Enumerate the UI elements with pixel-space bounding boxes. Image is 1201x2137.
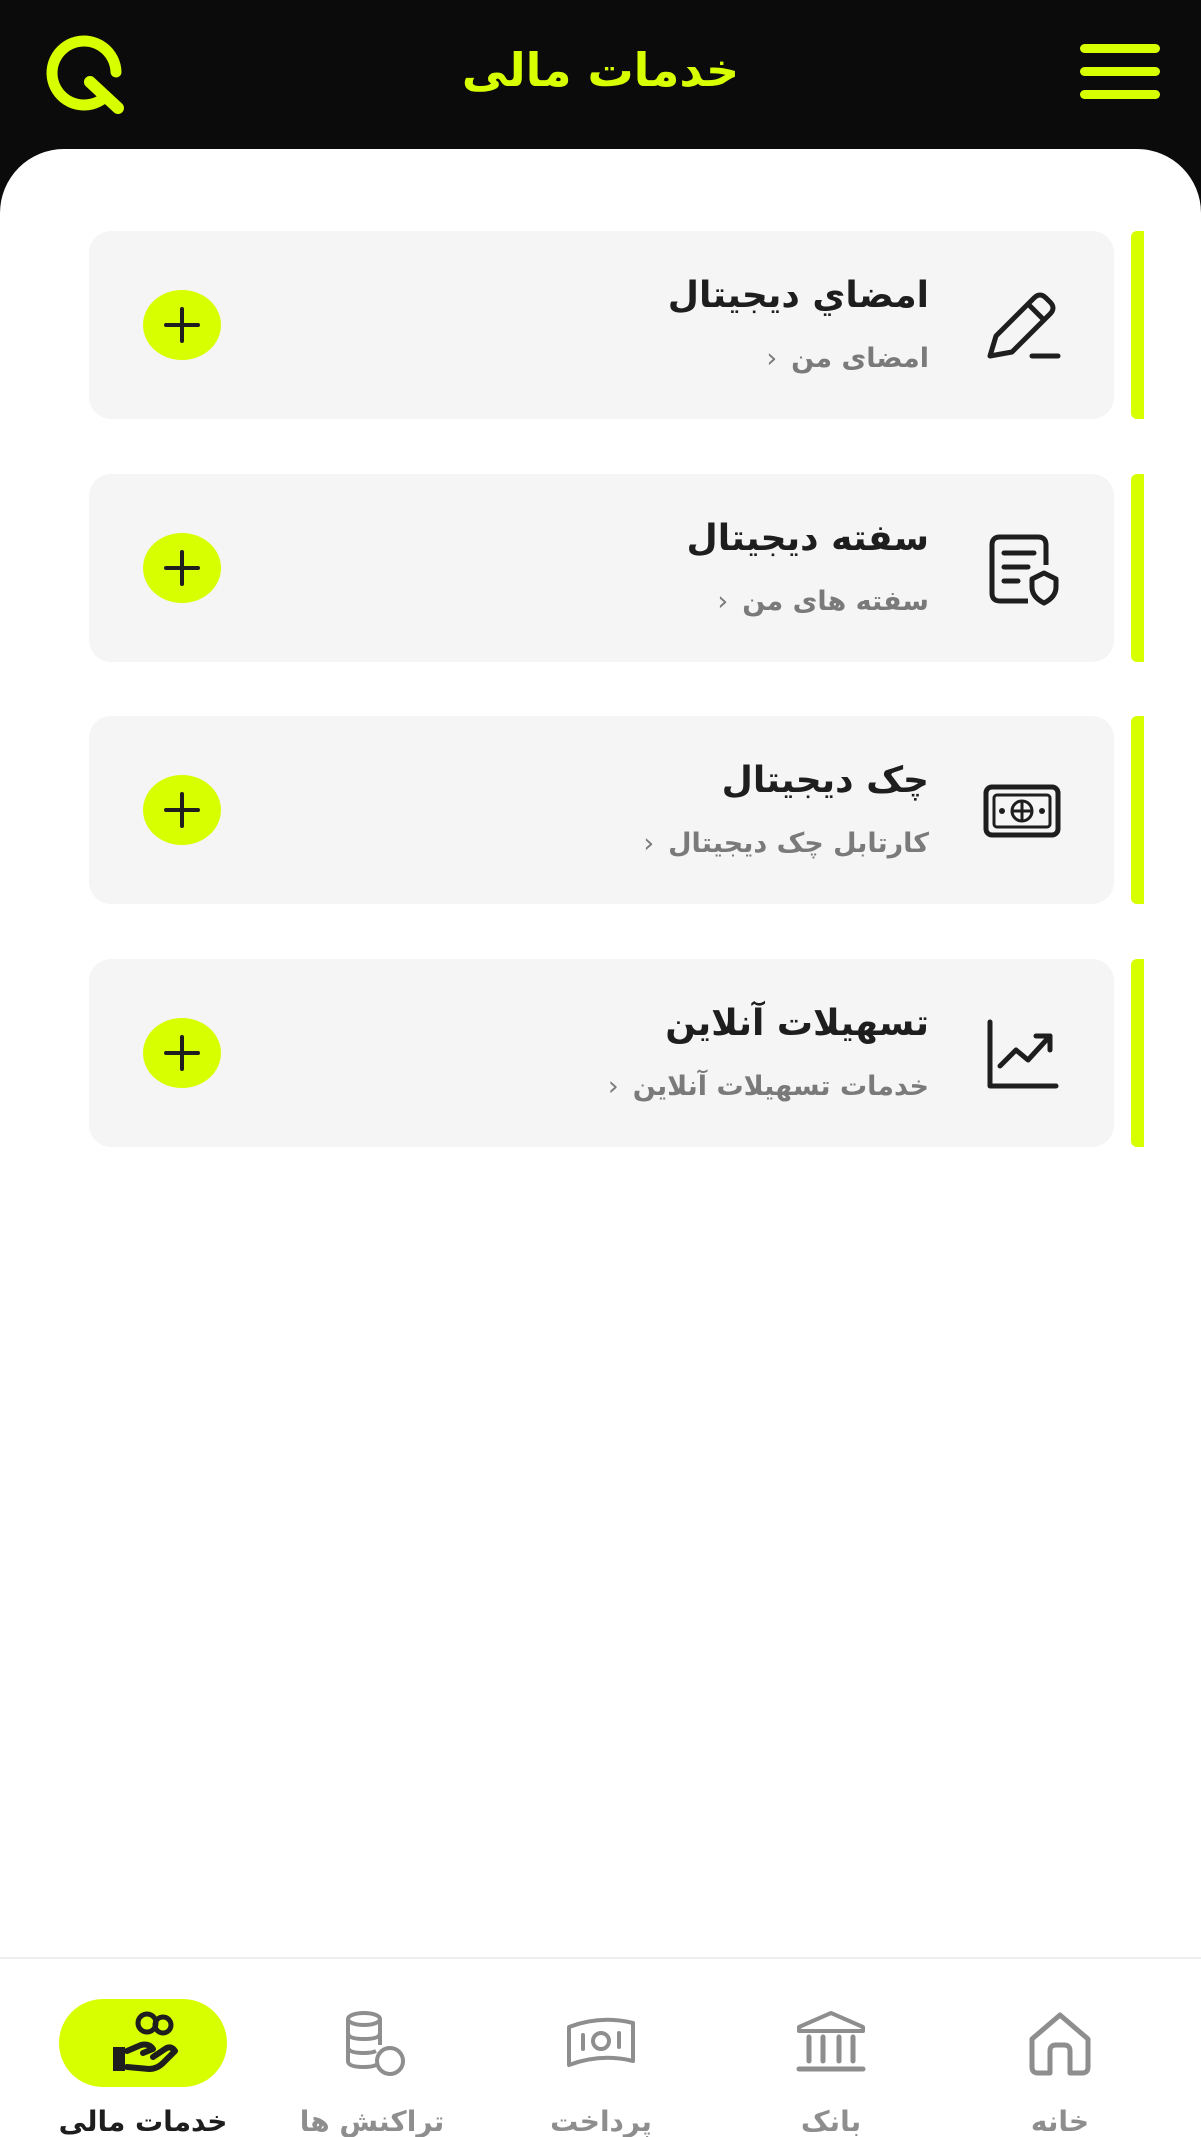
coin-stack-icon	[346, 2011, 405, 2076]
nav-item-bank[interactable]: بانک	[716, 1959, 946, 2137]
service-link-label: سفته های من	[742, 586, 929, 617]
chevron-left-icon: ‹	[643, 828, 655, 859]
nav-item-transactions[interactable]: تراکنش ها	[257, 1959, 487, 2137]
bottom-nav: خدمات مالی تراکنش ها پرداخت بانک خانه	[0, 1957, 1201, 2137]
nav-icon-container	[747, 1999, 915, 2087]
service-title: سفته دیجیتال	[686, 518, 929, 559]
page-title: خدمات مالی	[461, 43, 740, 97]
service-card-digital-cheque[interactable]: چک دیجیتال کارتابل چک دیجیتال ‹	[89, 716, 1114, 904]
chart-trend-icon	[982, 1014, 1062, 1094]
service-title: امضاي ديجيتال	[667, 275, 929, 316]
plus-icon	[164, 792, 200, 828]
home-icon	[1029, 2012, 1091, 2076]
service-title: تسهیلات آنلاین	[665, 1003, 929, 1044]
bank-icon	[796, 2011, 866, 2072]
cheque-icon	[982, 771, 1062, 851]
add-button[interactable]	[143, 775, 221, 845]
pen-signature-icon	[982, 286, 1062, 366]
service-card-digital-promissory[interactable]: سفته دیجیتال سفته های من ‹	[89, 474, 1114, 662]
nav-item-financial-services[interactable]: خدمات مالی	[28, 1959, 258, 2137]
chevron-left-icon: ‹	[717, 586, 729, 617]
hand-coins-icon	[113, 2011, 178, 2072]
nav-item-payment[interactable]: پرداخت	[486, 1959, 716, 2137]
add-button[interactable]	[143, 290, 221, 360]
service-link-my-promissory[interactable]: سفته های من ‹	[717, 586, 929, 617]
nav-item-home[interactable]: خانه	[945, 1959, 1175, 2137]
hamburger-menu-icon[interactable]	[1080, 44, 1160, 104]
app-header: خدمات مالی	[0, 0, 1201, 150]
nav-label: پرداخت	[550, 2105, 652, 2137]
nav-label: خانه	[1030, 2105, 1090, 2137]
service-card-digital-signature[interactable]: امضاي ديجيتال امضای من ‹	[89, 231, 1114, 419]
nav-label: خدمات مالی	[58, 2105, 228, 2137]
card-accent-bar	[1131, 959, 1144, 1147]
nav-icon-container	[517, 1999, 685, 2087]
plus-icon	[164, 307, 200, 343]
nav-icon-container	[288, 1999, 456, 2087]
nav-label: تراکنش ها	[299, 2105, 445, 2137]
chevron-left-icon: ‹	[607, 1071, 619, 1102]
service-title: چک دیجیتال	[721, 760, 929, 801]
nav-icon-container	[976, 1999, 1144, 2087]
card-accent-bar	[1131, 231, 1144, 419]
nav-label: بانک	[800, 2105, 862, 2137]
card-accent-bar	[1131, 716, 1144, 904]
service-link-cheque-cartable[interactable]: کارتابل چک دیجیتال ‹	[643, 828, 929, 859]
service-link-label: خدمات تسهیلات آنلاین	[632, 1071, 929, 1102]
document-shield-icon	[982, 529, 1062, 609]
plus-icon	[164, 550, 200, 586]
service-link-label: امضای من	[791, 343, 929, 374]
card-accent-bar	[1131, 474, 1144, 662]
add-button[interactable]	[143, 1018, 221, 1088]
services-panel: امضاي ديجيتال امضای من ‹ سفته دیجیتال سفت…	[0, 149, 1201, 2135]
add-button[interactable]	[143, 533, 221, 603]
service-card-online-loans[interactable]: تسهیلات آنلاین خدمات تسهیلات آنلاین ‹	[89, 959, 1114, 1147]
nav-active-pill	[59, 1999, 227, 2087]
service-link-label: کارتابل چک دیجیتال	[668, 828, 929, 859]
chevron-left-icon: ‹	[766, 343, 778, 374]
banknote-icon	[567, 2017, 635, 2067]
service-link-my-signatures[interactable]: امضای من ‹	[766, 343, 929, 374]
service-link-online-loans[interactable]: خدمات تسهیلات آنلاین ‹	[608, 1071, 929, 1102]
plus-icon	[164, 1035, 200, 1071]
